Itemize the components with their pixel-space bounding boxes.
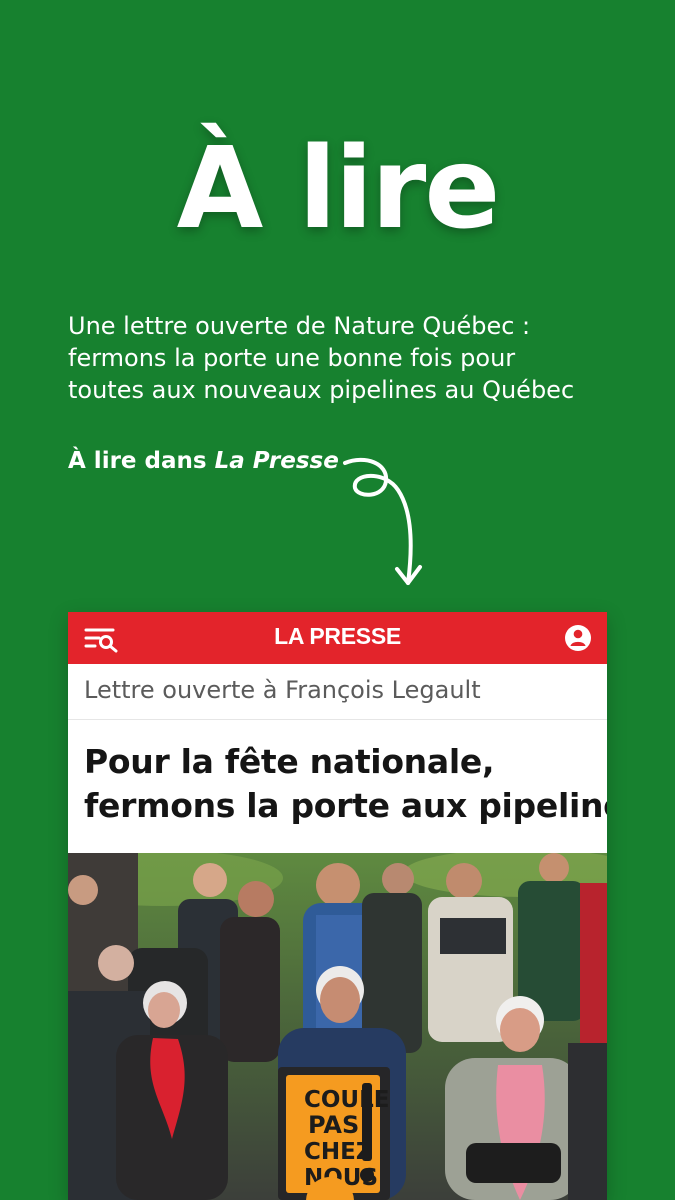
publication-name: La Presse (214, 448, 339, 474)
la-presse-header-bar: LA PRESSE (68, 612, 607, 664)
divider (68, 719, 607, 720)
read-in-la-presse-label: À lire dans La Presse (68, 448, 339, 474)
intro-text: Une lettre ouverte de Nature Québec : fe… (68, 310, 628, 406)
page-title: À lire (176, 124, 501, 254)
protest-sign-line-1: COULE (304, 1087, 389, 1113)
intro-line-2: fermons la porte une bonne fois pour (68, 344, 516, 372)
intro-line-3: toutes aux nouveaux pipelines au Québec (68, 376, 575, 404)
instagram-story: À lire Une lettre ouverte de Nature Québ… (0, 0, 675, 1200)
article-headline[interactable]: Pour la fête nationale, fermons la porte… (84, 740, 607, 828)
headline-line-1: Pour la fête nationale, (84, 742, 495, 781)
article-kicker: Lettre ouverte à François Legault (84, 676, 481, 704)
article-photo[interactable]: COULE PAS CHEZ NOUS (68, 853, 607, 1200)
article-preview-card[interactable]: LA PRESSE Lettre ouverte à François Lega… (68, 612, 607, 1200)
protest-crowd-illustration: COULE PAS CHEZ NOUS (68, 853, 607, 1200)
headline-line-2: fermons la porte aux pipelines (84, 786, 607, 825)
curved-arrow-icon (343, 457, 422, 585)
user-profile-icon[interactable] (563, 623, 593, 653)
intro-line-1: Une lettre ouverte de Nature Québec : (68, 312, 531, 340)
read-label-prefix: À lire dans (68, 448, 215, 474)
la-presse-logo: LA PRESSE (274, 623, 401, 649)
protest-sign-line-2: PAS (308, 1111, 359, 1139)
